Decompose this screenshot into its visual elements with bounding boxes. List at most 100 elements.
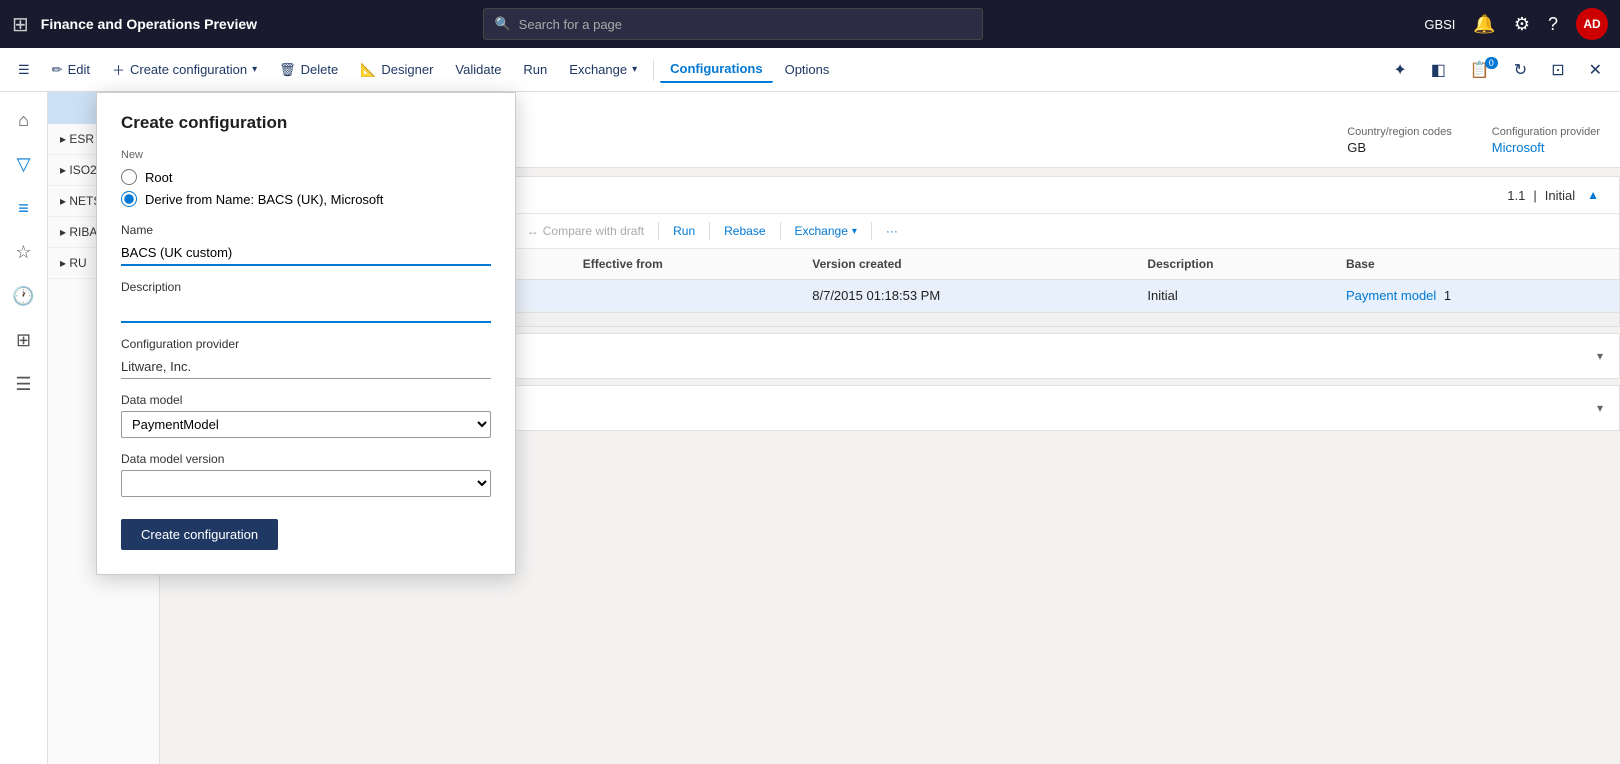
grid-small-icon-button[interactable]: ⊞ (4, 320, 44, 360)
grid-icon[interactable]: ⊞ (12, 12, 29, 37)
dropdown-arrow-icon: ▾ (252, 64, 257, 75)
data-model-select[interactable]: PaymentModel (121, 411, 491, 438)
more-button[interactable]: ··· (876, 220, 908, 242)
base-link[interactable]: Payment model (1346, 288, 1436, 303)
star-icon-button[interactable]: ☆ (4, 232, 44, 272)
versions-exchange-button[interactable]: Exchange ▾ (785, 220, 867, 242)
versions-run-button[interactable]: Run (663, 220, 705, 242)
exchange-button[interactable]: Exchange ▾ (559, 57, 647, 82)
search-placeholder: Search for a page (519, 17, 622, 32)
app-title: Finance and Operations Preview (41, 16, 257, 32)
tenant-label: GBSI (1424, 17, 1455, 32)
create-configuration-dialog-button[interactable]: Create configuration (121, 519, 278, 550)
versions-exchange-label: Exchange (795, 224, 848, 238)
edit-button[interactable]: ✏ Edit (42, 57, 100, 83)
sep4 (658, 222, 659, 240)
configurations-label: Configurations (670, 61, 762, 76)
sep5 (709, 222, 710, 240)
config-provider-link[interactable]: Microsoft (1492, 140, 1600, 155)
run-button[interactable]: Run (513, 57, 557, 82)
bars-icon-button[interactable]: ☰ (4, 364, 44, 404)
settings-icon[interactable]: ⚙ (1514, 14, 1530, 35)
search-bar[interactable]: 🔍 Search for a page (483, 8, 983, 40)
designer-label: Designer (381, 62, 433, 77)
create-configuration-button[interactable]: ＋ Create configuration ▾ (102, 55, 267, 84)
sep6 (780, 222, 781, 240)
versions-collapse-button[interactable]: ▲ (1583, 188, 1603, 202)
esr-arrow: ▸ (60, 132, 69, 146)
data-model-version-field: Data model version (121, 452, 491, 497)
name-field: Name (121, 223, 491, 266)
compare-icon: ↔ (527, 224, 539, 238)
components-chevron-icon: ▾ (1597, 401, 1603, 415)
trash-icon: 🗑 (279, 62, 296, 78)
configurations-tab[interactable]: Configurations (660, 56, 772, 83)
iso-chevron-icon: ▾ (1597, 349, 1603, 363)
cell-description: Initial (1135, 280, 1334, 312)
edit-icon: ✏ (52, 62, 63, 78)
description-label: Description (121, 280, 491, 294)
badge-count: 0 (1485, 57, 1498, 69)
radio-derive-item[interactable]: Derive from Name: BACS (UK), Microsoft (121, 191, 491, 207)
help-icon[interactable]: ? (1548, 14, 1558, 35)
side-icons: ⌂ ▽ ≡ ☆ 🕐 ⊞ ☰ (0, 92, 48, 764)
topbar-right: GBSI 🔔 ⚙ ? AD (1424, 8, 1608, 40)
compare-with-draft-button[interactable]: ↔ Compare with draft (517, 220, 654, 242)
radio-root-item[interactable]: Root (121, 169, 491, 185)
col-base: Base (1334, 249, 1619, 280)
versions-badge: 1.1 | Initial ▲ (1507, 188, 1603, 203)
designer-button[interactable]: 📐 Designer (350, 57, 443, 83)
data-model-version-select[interactable] (121, 470, 491, 497)
home-icon-button[interactable]: ⌂ (4, 100, 44, 140)
magic-icon-button[interactable]: ✦ (1383, 55, 1416, 85)
clock-icon-button[interactable]: 🕐 (4, 276, 44, 316)
dialog-new-label: New (121, 149, 491, 161)
data-model-version-label: Data model version (121, 452, 491, 466)
base-number: 1 (1444, 288, 1451, 303)
compare-with-draft-label: Compare with draft (543, 224, 644, 238)
col-description: Description (1135, 249, 1334, 280)
top-bar: ⊞ Finance and Operations Preview 🔍 Searc… (0, 0, 1620, 48)
options-tab[interactable]: Options (775, 57, 840, 82)
config-provider-field: Configuration provider Microsoft (1492, 126, 1600, 155)
riba-arrow: ▸ (60, 225, 69, 239)
rebase-button[interactable]: Rebase (714, 220, 775, 242)
refresh-button[interactable]: ↻ (1504, 55, 1537, 85)
validate-button[interactable]: Validate (445, 57, 511, 82)
name-label: Name (121, 223, 491, 237)
config-country-label: Country/region codes (1347, 126, 1452, 138)
main-layout: ⌂ ▽ ≡ ☆ 🕐 ⊞ ☰ ▸ ESR ▸ ISO20022 ▸ NETS ▸ (0, 92, 1620, 764)
radio-root-input[interactable] (121, 169, 137, 185)
config-provider-input[interactable] (121, 355, 491, 379)
delete-button[interactable]: 🗑 Delete (269, 57, 348, 83)
validate-label: Validate (455, 62, 501, 77)
badge-button[interactable]: 📋 0 (1460, 55, 1500, 85)
versions-exchange-arrow: ▾ (852, 226, 857, 237)
description-field: Description (121, 280, 491, 323)
close-button[interactable]: ✕ (1579, 55, 1612, 85)
description-input[interactable] (121, 298, 491, 323)
version-number: 1.1 (1507, 188, 1525, 203)
list-icon-button[interactable]: ≡ (4, 188, 44, 228)
avatar[interactable]: AD (1576, 8, 1608, 40)
cell-effective-from (571, 280, 800, 312)
filter-icon-button[interactable]: ▽ (4, 144, 44, 184)
nav-pane-button[interactable]: ☰ (8, 57, 40, 83)
main-toolbar: ☰ ✏ Edit ＋ Create configuration ▾ 🗑 Dele… (0, 48, 1620, 92)
config-provider-label: Configuration provider (1492, 126, 1600, 138)
restore-button[interactable]: ⊡ (1541, 55, 1574, 85)
left-region: ▸ ESR ▸ ISO20022 ▸ NETS ▸ RIBA ▸ RU Cr (48, 92, 160, 764)
designer-icon: 📐 (360, 62, 376, 78)
radio-root-label: Root (145, 170, 172, 185)
ru-arrow: ▸ (60, 256, 69, 270)
hamburger-icon: ☰ (18, 62, 30, 78)
name-input[interactable] (121, 241, 491, 266)
sidebar-toggle-button[interactable]: ◧ (1421, 55, 1456, 85)
notification-icon[interactable]: 🔔 (1473, 14, 1495, 35)
exchange-arrow-icon: ▾ (632, 64, 637, 75)
radio-derive-input[interactable] (121, 191, 137, 207)
col-version-created: Version created (800, 249, 1135, 280)
config-provider-field: Configuration provider (121, 337, 491, 379)
sep7 (871, 222, 872, 240)
toolbar-right-icons: ✦ ◧ 📋 0 ↻ ⊡ ✕ (1383, 55, 1612, 85)
